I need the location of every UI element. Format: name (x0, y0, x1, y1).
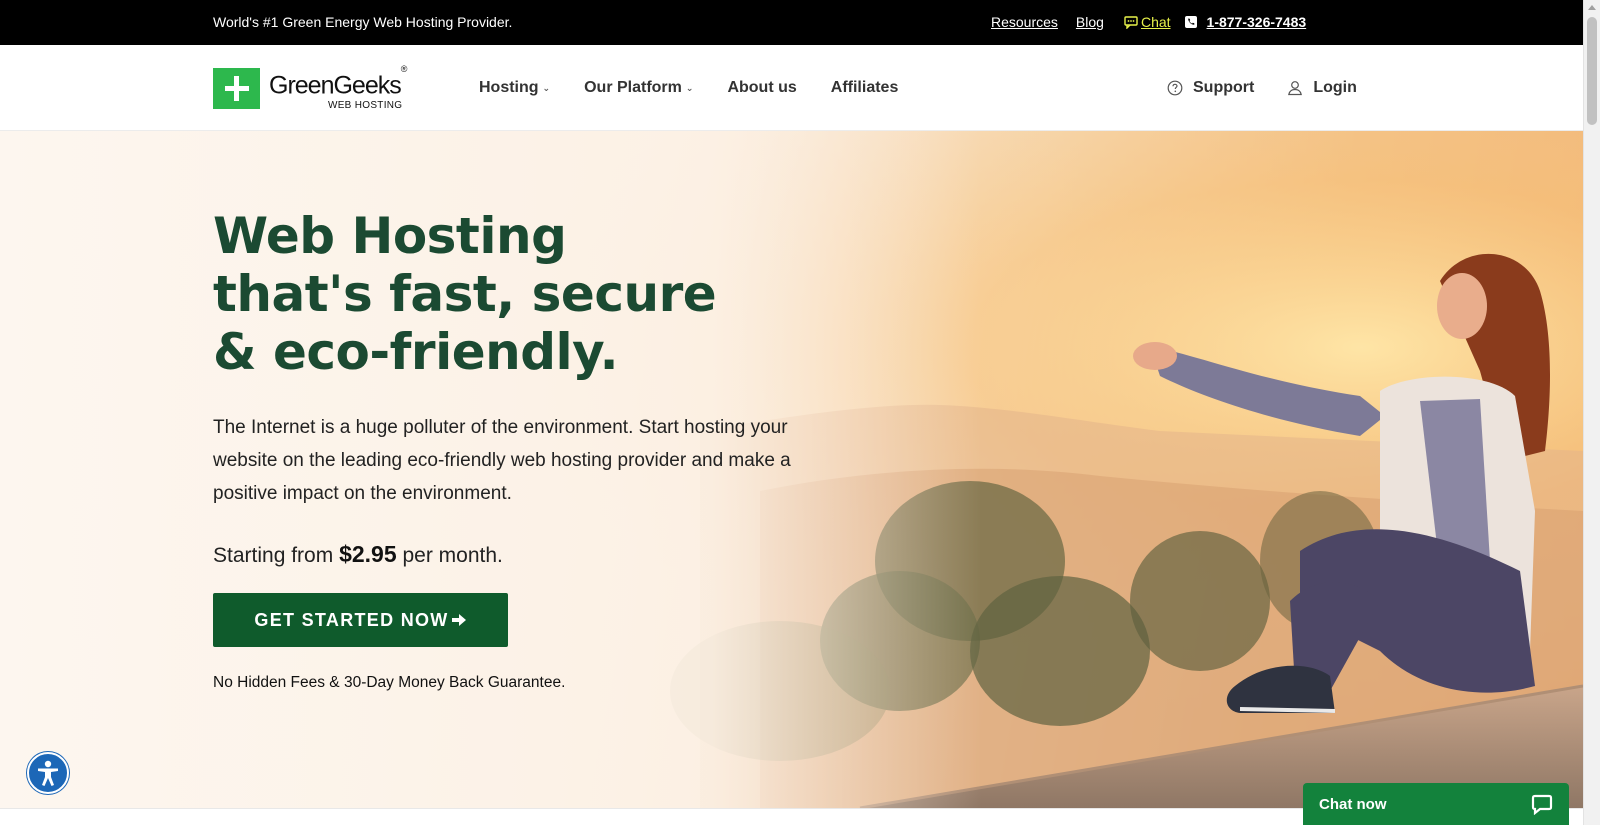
tagline: World's #1 Green Energy Web Hosting Prov… (213, 14, 513, 30)
top-bar: World's #1 Green Energy Web Hosting Prov… (0, 0, 1583, 45)
hero-headline: Web Hosting that's fast, secure & eco-fr… (213, 207, 717, 381)
accessibility-button[interactable] (27, 752, 69, 794)
phone-icon (1184, 16, 1197, 28)
phone-number: 1-877-326-7483 (1206, 14, 1307, 30)
nav-item-affiliates[interactable]: Affiliates (831, 79, 899, 97)
chat-now-label: Chat now (1319, 795, 1387, 813)
blog-link[interactable]: Blog (1076, 14, 1104, 30)
chat-bubble-icon (1124, 15, 1138, 29)
nav-item-label: Affiliates (830, 79, 899, 96)
nav-menu: Hosting ⌄ Our Platform ⌄ About us Affili… (479, 79, 932, 97)
nav-item-our-platform[interactable]: Our Platform ⌄ (584, 79, 693, 97)
top-links: Resources Blog Chat 1-877-326-7483 (991, 14, 1306, 30)
chat-link-label: Chat (1140, 14, 1171, 30)
scroll-up-icon[interactable] (1588, 5, 1596, 10)
page-scrollbar[interactable] (1583, 0, 1600, 825)
logo-name: GreenGeeks (269, 71, 402, 100)
main-nav: GreenGeeks® WEB HOSTING Hosting ⌄ Our Pl… (0, 45, 1583, 131)
arrow-right-icon (451, 614, 466, 626)
chevron-down-icon: ⌄ (685, 82, 694, 93)
hero-copy: Web Hosting that's fast, secure & eco-fr… (213, 207, 813, 692)
speech-bubble-icon (1531, 794, 1553, 815)
support-label: Support (1193, 79, 1255, 96)
nav-item-about-us[interactable]: About us (727, 79, 796, 97)
accessibility-person-icon (38, 760, 58, 786)
plus-logo-icon (213, 68, 260, 109)
chat-link[interactable]: Chat (1124, 14, 1171, 30)
price-amount: $2.95 (339, 541, 397, 567)
get-started-button[interactable]: GET STARTED NOW (213, 593, 508, 647)
price-prefix: Starting from (213, 544, 334, 567)
nav-item-label: Our Platform (584, 79, 682, 96)
user-icon (1288, 81, 1303, 96)
logo[interactable]: GreenGeeks® WEB HOSTING (213, 64, 407, 112)
starting-price: Starting from $2.95 per month. (213, 541, 813, 568)
nav-item-hosting[interactable]: Hosting ⌄ (479, 79, 550, 97)
phone-link[interactable]: 1-877-326-7483 (1184, 14, 1307, 30)
login-link[interactable]: Login (1287, 79, 1357, 97)
resources-link[interactable]: Resources (991, 14, 1058, 30)
logo-subtitle: WEB HOSTING (327, 100, 403, 112)
nav-item-label: Hosting (479, 79, 539, 96)
chevron-down-icon: ⌄ (542, 82, 551, 93)
price-suffix: per month. (402, 544, 503, 567)
get-started-label: GET STARTED NOW (254, 609, 449, 630)
chat-now-widget[interactable]: Chat now (1303, 783, 1569, 825)
question-circle-icon (1167, 80, 1183, 96)
hero-section: Web Hosting that's fast, secure & eco-fr… (0, 131, 1583, 808)
logo-trademark: ® (400, 64, 408, 74)
hero-description: The Internet is a huge polluter of the e… (213, 417, 791, 504)
guarantee-text: No Hidden Fees & 30-Day Money Back Guara… (213, 674, 566, 691)
nav-item-label: About us (727, 79, 797, 96)
login-label: Login (1313, 79, 1357, 96)
nav-right: Support Login (1167, 79, 1357, 97)
support-link[interactable]: Support (1167, 79, 1254, 97)
scrollbar-thumb[interactable] (1587, 17, 1597, 125)
